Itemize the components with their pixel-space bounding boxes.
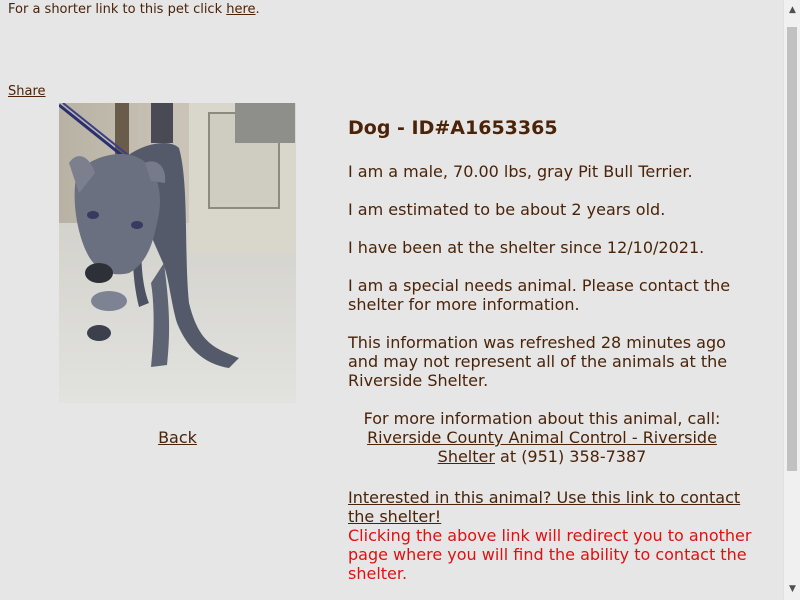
pet-intake-date: I have been at the shelter since 12/10/2… xyxy=(348,238,705,257)
contact-intro: For more information about this animal, … xyxy=(363,409,721,428)
pet-age: I am estimated to be about 2 years old. xyxy=(348,200,666,219)
interest-block: Interested in this animal? Use this link… xyxy=(348,488,758,583)
shorter-link-text: For a shorter link to this pet click xyxy=(8,2,227,17)
share-link[interactable]: Share xyxy=(8,83,46,101)
contact-block: For more information about this animal, … xyxy=(348,409,736,466)
vertical-scrollbar[interactable]: ▲ ▼ xyxy=(783,0,800,600)
pet-photo-image xyxy=(59,103,296,403)
scroll-thumb[interactable] xyxy=(787,27,797,471)
pet-description: I am a male, 70.00 lbs, gray Pit Bull Te… xyxy=(348,162,693,181)
pet-info-panel: Dog - ID#A1653365 I am a male, 70.00 lbs… xyxy=(348,116,758,583)
pet-photo xyxy=(59,103,296,403)
pet-title: Dog - ID#A1653365 xyxy=(348,117,558,139)
contact-shelter-link[interactable]: Interested in this animal? Use this link… xyxy=(348,488,740,526)
shelter-phone: at (951) 358-7387 xyxy=(494,447,647,466)
special-needs-note: I am a special needs animal. Please cont… xyxy=(348,276,731,314)
back-link[interactable]: Back xyxy=(59,428,296,448)
pet-detail-page: { "header": { "shorter_link_prefix": "Fo… xyxy=(0,0,800,600)
redirect-warning: Clicking the above link will redirect yo… xyxy=(348,526,752,583)
scroll-down-icon[interactable]: ▼ xyxy=(784,581,800,598)
refresh-note: This information was refreshed 28 minute… xyxy=(348,333,728,390)
shorter-link-period: . xyxy=(255,2,260,17)
scroll-up-icon[interactable]: ▲ xyxy=(784,2,800,19)
shorter-link-line: For a shorter link to this pet click her… xyxy=(8,1,260,19)
here-link[interactable]: here xyxy=(226,2,255,17)
